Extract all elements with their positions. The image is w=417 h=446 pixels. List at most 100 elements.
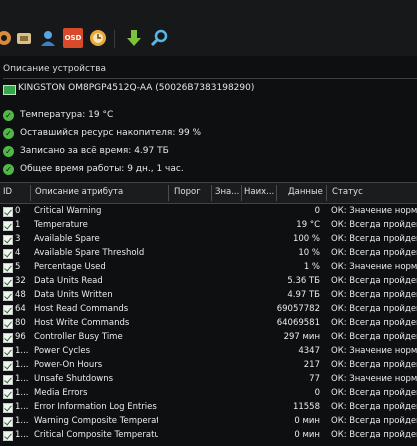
row-checkbox[interactable] <box>3 235 13 245</box>
row-checkbox[interactable] <box>3 263 13 273</box>
attribute-data: 297 мин <box>283 332 320 342</box>
status-text: Оставшийся ресурс накопителя: 99 % <box>20 128 202 138</box>
table-header: ID Описание атрибута Порог Зна... Наих..… <box>0 182 417 204</box>
row-checkbox[interactable] <box>3 389 13 399</box>
row-checkbox[interactable] <box>3 277 13 287</box>
attribute-data: 100 % <box>292 234 320 244</box>
status-power-on-time: ✓ Общее время работы: 9 дн., 1 час. <box>3 164 303 180</box>
check-icon: ✓ <box>3 146 14 157</box>
scan-icon[interactable] <box>14 28 34 48</box>
row-checkbox[interactable] <box>3 249 13 259</box>
row-checkbox[interactable] <box>3 361 13 371</box>
column-header-value[interactable]: Зна... <box>215 187 239 201</box>
attribute-id: 32 <box>15 276 26 286</box>
row-checkbox[interactable] <box>3 221 13 231</box>
table-row[interactable]: 64 Host Read Commands 69057782 ОК: Всегда п… <box>0 303 417 317</box>
attribute-name: Critical Warning <box>34 206 102 216</box>
column-header-threshold[interactable]: Порог <box>174 187 208 201</box>
attribute-status: ОК: Значение норма <box>331 206 417 216</box>
attribute-name: Error Information Log Entries <box>34 402 157 412</box>
device-section-title: Описание устройства <box>3 64 107 74</box>
attribute-data: 69057782 <box>276 304 320 314</box>
attribute-data: 64069581 <box>276 318 320 328</box>
table-row[interactable]: 32 Data Units Read 5.36 ТБ ОК: Всегда пройд… <box>0 275 417 289</box>
row-checkbox[interactable] <box>3 305 13 315</box>
device-list-item[interactable]: KINGSTON OM8PGP4512Q-AA (50026B738319829… <box>3 82 417 98</box>
attribute-name: Data Units Written <box>34 290 113 300</box>
table-row[interactable]: 1... Power-On Hours 217 ОК: Всегда пройдено <box>0 359 417 373</box>
attribute-data: 0 <box>314 388 320 398</box>
download-icon[interactable] <box>124 28 144 48</box>
table-row[interactable]: 1... Power Cycles 4347 ОК: Значение норма <box>0 345 417 359</box>
attribute-name: Data Units Read <box>34 276 103 286</box>
attribute-status: ОК: Всегда пройдено <box>331 248 417 258</box>
column-header-worst[interactable]: Наих... <box>244 187 274 201</box>
table-row[interactable]: 4 Available Spare Threshold 10 % ОК: Всегда… <box>0 247 417 261</box>
attribute-id: 1... <box>15 346 29 356</box>
attribute-data: 0 мин <box>294 430 320 440</box>
search-icon[interactable] <box>150 28 170 48</box>
table-row[interactable]: 0 Critical Warning 0 ОК: Значение норма <box>0 205 417 219</box>
attribute-id: 5 <box>15 262 21 272</box>
attribute-name: Host Write Commands <box>34 318 130 328</box>
row-checkbox[interactable] <box>3 207 13 217</box>
attribute-id: 1... <box>15 360 29 370</box>
table-row[interactable]: 1... Unsafe Shutdowns 77 ОК: Значение норма <box>0 373 417 387</box>
row-checkbox[interactable] <box>3 319 13 329</box>
row-checkbox[interactable] <box>3 403 13 413</box>
attribute-name: Power-On Hours <box>34 360 103 370</box>
table-row[interactable]: 1... Error Information Log Entries 11558 ОК… <box>0 401 417 415</box>
table-row[interactable]: 5 Percentage Used 1 % ОК: Значение норма <box>0 261 417 275</box>
clock-icon[interactable] <box>88 28 108 48</box>
row-checkbox[interactable] <box>3 375 13 385</box>
osd-icon[interactable]: OSD <box>63 28 83 48</box>
attribute-status: ОК: Всегда пройдено <box>331 234 417 244</box>
attribute-data: 0 <box>314 206 320 216</box>
row-checkbox[interactable] <box>3 431 13 441</box>
table-row[interactable]: 1... Media Errors 0 ОК: Всегда пройдено <box>0 387 417 401</box>
attribute-data: 1 % <box>303 262 320 272</box>
attribute-status: ОК: Всегда пройдено <box>331 402 417 412</box>
attribute-name: Percentage Used <box>34 262 106 272</box>
table-row[interactable]: 1 Temperature 19 °C ОК: Всегда пройдено <box>0 219 417 233</box>
status-remaining-life: ✓ Оставшийся ресурс накопителя: 99 % <box>3 128 303 144</box>
row-checkbox[interactable] <box>3 417 13 427</box>
attribute-name: Temperature <box>34 220 88 230</box>
attribute-status: ОК: Всегда пройдено <box>331 220 417 230</box>
section-divider <box>3 78 417 79</box>
table-row[interactable]: 1... Critical Composite Temperatu... 0 мин… <box>0 429 417 443</box>
settings-icon[interactable] <box>0 28 14 48</box>
attribute-status: ОК: Всегда пройдено <box>331 388 417 398</box>
status-temperature: ✓ Температура: 19 °C <box>3 110 303 126</box>
table-row[interactable]: 3 Available Spare 100 % ОК: Всегда пройдено <box>0 233 417 247</box>
check-icon: ✓ <box>3 128 14 139</box>
table-row[interactable]: 1... Warning Composite Temperat... 0 мин ОК… <box>0 415 417 429</box>
table-row[interactable]: 96 Controller Busy Time 297 мин ОК: Всегда … <box>0 331 417 345</box>
attribute-id: 80 <box>15 318 26 328</box>
row-checkbox[interactable] <box>3 347 13 357</box>
attribute-status: ОК: Значение норма <box>331 262 417 272</box>
column-header-id[interactable]: ID <box>3 187 29 201</box>
attribute-data: 0 мин <box>294 416 320 426</box>
attribute-data: 4347 <box>298 346 320 356</box>
attribute-id: 1... <box>15 374 29 384</box>
column-header-name[interactable]: Описание атрибута <box>35 187 165 201</box>
column-header-data[interactable]: Данные <box>288 187 326 201</box>
column-header-status[interactable]: Статус <box>332 187 417 201</box>
status-text: Общее время работы: 9 дн., 1 час. <box>20 164 184 174</box>
attribute-name: Power Cycles <box>34 346 91 356</box>
attribute-id: 3 <box>15 234 21 244</box>
attribute-data: 77 <box>309 374 320 384</box>
attribute-status: ОК: Значение норма <box>331 374 417 384</box>
users-icon[interactable] <box>38 28 58 48</box>
attribute-data: 10 % <box>298 248 320 258</box>
attribute-id: 96 <box>15 332 26 342</box>
row-checkbox[interactable] <box>3 291 13 301</box>
toolbar-separator <box>114 30 115 48</box>
attribute-status: ОК: Всегда пройдено <box>331 430 417 440</box>
row-checkbox[interactable] <box>3 333 13 343</box>
attribute-id: 64 <box>15 304 26 314</box>
attribute-name: Warning Composite Temperat... <box>34 416 158 426</box>
table-row[interactable]: 80 Host Write Commands 64069581 ОК: Всегда … <box>0 317 417 331</box>
table-row[interactable]: 48 Data Units Written 4.97 ТБ ОК: Всегда пр… <box>0 289 417 303</box>
